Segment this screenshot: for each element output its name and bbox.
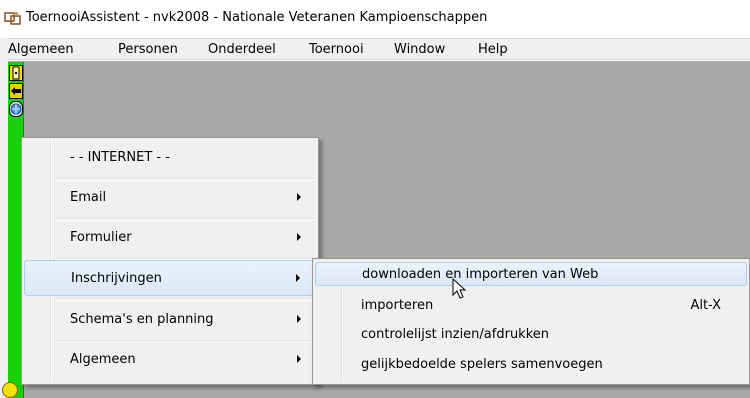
menu-item-schemas-en-planning[interactable]: Schema's en planning xyxy=(24,302,316,338)
menu-onderdeel[interactable]: Onderdeel xyxy=(208,42,276,57)
arrows-icon[interactable] xyxy=(9,83,23,99)
window-left-border xyxy=(0,38,8,398)
menu-bar: Algemeen Personen Onderdeel Toernooi Win… xyxy=(8,38,750,60)
title-bar: ToernooiAssistent - nvk2008 - Nationale … xyxy=(0,0,750,38)
window-title: ToernooiAssistent - nvk2008 - Nationale … xyxy=(26,10,488,25)
globe-icon[interactable] xyxy=(9,101,23,117)
inschrijvingen-submenu: downloaden en importeren van Web importe… xyxy=(312,258,750,385)
door-exit-icon[interactable] xyxy=(9,65,23,81)
chevron-right-icon xyxy=(297,315,301,323)
submenu-item-downloaden[interactable]: downloaden en importeren van Web xyxy=(315,262,747,286)
submenu-item-controlelijst[interactable]: controlelijst inzien/afdrukken xyxy=(315,323,747,347)
internet-menu: - - INTERNET - - Email Formulier Inschri… xyxy=(21,137,319,385)
chevron-right-icon xyxy=(297,355,301,363)
menu-help[interactable]: Help xyxy=(478,42,508,57)
submenu-item-importeren[interactable]: importeren Alt-X xyxy=(315,294,747,318)
mouse-cursor-icon xyxy=(452,278,467,299)
menu-item-formulier[interactable]: Formulier xyxy=(24,220,316,256)
menu-personen[interactable]: Personen xyxy=(118,42,178,57)
menu-algemeen[interactable]: Algemeen xyxy=(8,42,74,57)
menu-separator xyxy=(54,298,316,300)
chevron-right-icon xyxy=(297,193,301,201)
app-icon xyxy=(4,11,21,25)
shortcut-label: Alt-X xyxy=(690,298,721,313)
menu-item-email[interactable]: Email xyxy=(24,180,316,216)
menu-item-inschrijvingen[interactable]: Inschrijvingen xyxy=(24,260,316,296)
chevron-right-icon xyxy=(296,274,300,282)
menu-toernooi[interactable]: Toernooi xyxy=(309,42,364,57)
submenu-item-samenvoegen[interactable]: gelijkbedoelde spelers samenvoegen xyxy=(315,353,747,377)
toolbar-status-icon xyxy=(2,382,18,398)
menu-item-algemeen[interactable]: Algemeen xyxy=(24,342,316,378)
menu-header-internet: - - INTERNET - - xyxy=(70,150,170,165)
chevron-right-icon xyxy=(297,233,301,241)
menu-window[interactable]: Window xyxy=(394,42,445,57)
